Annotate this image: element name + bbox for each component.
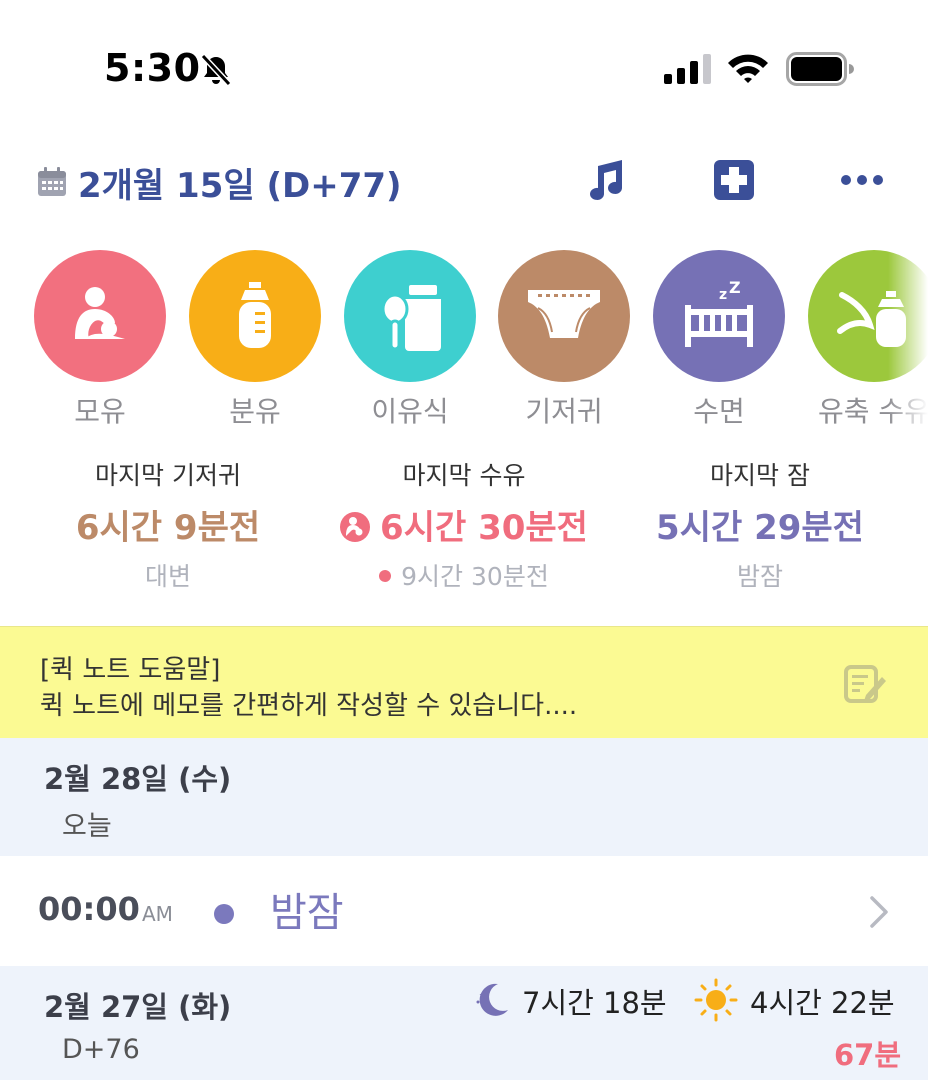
calendar-icon[interactable] bbox=[36, 166, 68, 198]
breastfeeding-mini-icon bbox=[340, 512, 371, 542]
record-label: 밤잠 bbox=[270, 890, 344, 936]
quick-note-text: 퀵 노트에 메모를 간편하게 작성할 수 있습니다.... bbox=[40, 691, 578, 721]
last-activity-summary: 마지막 기저귀 6시간 9분전 대변 마지막 수유 6시간 30분전 9시간 3… bbox=[0, 456, 928, 596]
record-time: 00:00 bbox=[38, 890, 140, 928]
moon-icon bbox=[476, 983, 508, 1016]
category-label: 분유 bbox=[229, 395, 281, 428]
category-formula[interactable]: 분유 bbox=[188, 250, 322, 430]
last-sleep-stat[interactable]: 마지막 잠 5시간 29분전 밤잠 bbox=[610, 456, 910, 593]
last-diaper-stat[interactable]: 마지막 기저귀 6시간 9분전 대변 bbox=[18, 456, 318, 593]
category-sleep[interactable]: z Z 수면 bbox=[652, 250, 786, 430]
breastfeeding-icon bbox=[34, 250, 166, 382]
quick-note-banner[interactable]: [퀵 노트 도움말] 퀵 노트에 메모를 간편하게 작성할 수 있습니다.... bbox=[0, 626, 928, 738]
stat-sub: 대변 bbox=[144, 562, 191, 591]
crib-sleep-icon: z Z bbox=[653, 250, 785, 382]
baby-age-title[interactable]: 2개월 15일 (D+77) bbox=[78, 158, 402, 207]
stat-sub-row: 9시간 30분전 bbox=[314, 557, 614, 593]
stat-title: 마지막 잠 bbox=[710, 461, 810, 490]
status-bar: 5:30 bbox=[0, 0, 928, 130]
last-feeding-stat[interactable]: 마지막 수유 6시간 30분전 9시간 30분전 bbox=[314, 456, 614, 593]
cellular-signal-icon bbox=[664, 54, 711, 84]
day-date: 2월 27일 (화) bbox=[44, 990, 232, 1024]
scroll-fade bbox=[888, 250, 928, 430]
category-baby-food[interactable]: 이유식 bbox=[343, 250, 477, 430]
svg-text:z: z bbox=[719, 287, 727, 303]
night-sleep-total: 7시간 18분 bbox=[522, 986, 667, 1020]
chevron-right-icon[interactable] bbox=[866, 892, 894, 932]
quick-note-title: [퀵 노트 도움말] bbox=[40, 655, 221, 685]
day-date: 2월 28일 (수) bbox=[44, 762, 232, 796]
day-sleep-total: 4시간 22분 bbox=[750, 986, 895, 1020]
music-icon[interactable] bbox=[582, 156, 630, 204]
stat-sub: 9시간 30분전 bbox=[401, 562, 549, 591]
record-type-dot bbox=[214, 904, 234, 924]
stat-value-row: 6시간 30분전 bbox=[314, 500, 614, 549]
category-label: 모유 bbox=[74, 395, 126, 428]
category-diaper[interactable]: 기저귀 bbox=[497, 250, 631, 430]
category-label: 수면 bbox=[693, 395, 745, 428]
day-header-yesterday: 2월 27일 (화) D+76 7시간 18분 4시간 22분 67분 bbox=[0, 966, 928, 1080]
stat-value: 6시간 9분전 bbox=[75, 508, 261, 548]
battery-icon bbox=[786, 52, 854, 86]
svg-text:Z: Z bbox=[729, 281, 741, 297]
day-sub: D+76 bbox=[62, 1034, 140, 1065]
stat-title: 마지막 수유 bbox=[402, 461, 526, 490]
category-label: 이유식 bbox=[371, 395, 449, 428]
add-record-icon[interactable] bbox=[710, 156, 758, 204]
wifi-icon bbox=[728, 54, 768, 83]
status-time: 5:30 bbox=[104, 46, 201, 90]
more-options-icon[interactable] bbox=[838, 170, 886, 190]
bottle-icon bbox=[189, 250, 321, 382]
baby-food-icon bbox=[344, 250, 476, 382]
app-header: 2개월 15일 (D+77) bbox=[0, 148, 928, 218]
category-breastfeeding[interactable]: 모유 bbox=[33, 250, 167, 430]
category-label: 기저귀 bbox=[525, 395, 603, 428]
sun-icon bbox=[694, 978, 738, 1022]
record-row-night-sleep[interactable]: 00:00 AM 밤잠 bbox=[0, 856, 928, 966]
bell-off-icon bbox=[200, 53, 232, 87]
edit-note-icon[interactable] bbox=[842, 661, 888, 707]
stat-title: 마지막 기저귀 bbox=[95, 461, 241, 490]
day-header-today: 2월 28일 (수) 오늘 bbox=[0, 738, 928, 856]
record-ampm: AM bbox=[142, 902, 173, 926]
category-strip[interactable]: 모유 분유 이유식 기저귀 z Z 수면 유축 수유 bbox=[0, 250, 928, 430]
day-sub: 오늘 bbox=[62, 811, 112, 842]
feeding-dot-icon bbox=[379, 570, 392, 582]
stat-value: 6시간 30분전 bbox=[380, 508, 588, 548]
stat-sub: 밤잠 bbox=[736, 562, 783, 591]
diaper-icon bbox=[498, 250, 630, 382]
feeding-minutes-total: 67분 bbox=[834, 1038, 902, 1072]
stat-value: 5시간 29분전 bbox=[656, 508, 864, 548]
